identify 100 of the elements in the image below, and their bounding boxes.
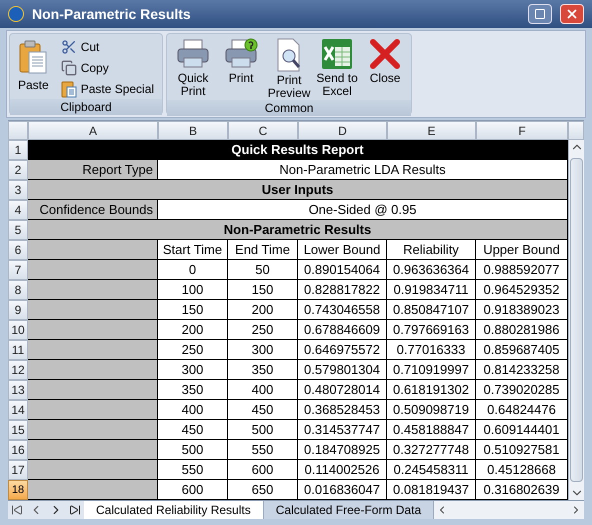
table-cell: 350 [228, 360, 298, 380]
sheet-tab[interactable]: Calculated Free-Form Data [264, 501, 434, 519]
table-cell: 400 [158, 400, 228, 420]
scissors-icon [60, 38, 77, 54]
column-header[interactable]: A [28, 121, 158, 140]
row-header[interactable]: 15 [8, 420, 28, 440]
row-header[interactable]: 10 [8, 320, 28, 340]
ribbon-button[interactable]: Paste Special [56, 78, 158, 99]
ribbon-button[interactable]: Print Preview [267, 36, 312, 100]
table-cell: 0.316802639 [476, 480, 568, 500]
ribbon-button[interactable]: Send to Excel [315, 36, 360, 98]
table-cell: 250 [158, 340, 228, 360]
row-header[interactable]: 9 [8, 300, 28, 320]
maximize-button[interactable] [528, 4, 552, 24]
row-header[interactable]: 18 [8, 480, 28, 500]
table-cell: 0 [158, 260, 228, 280]
table-cell: 400 [228, 380, 298, 400]
row-header[interactable]: 13 [8, 380, 28, 400]
table-cell: 300 [158, 360, 228, 380]
table-cell: 600 [228, 460, 298, 480]
value-cell: One-Sided @ 0.95 [158, 200, 568, 220]
row-header[interactable]: 17 [8, 460, 28, 480]
copy-icon [60, 60, 77, 76]
printer-icon [224, 38, 258, 70]
table-cell: Lower Bound [298, 240, 387, 260]
table-cell: 250 [228, 320, 298, 340]
table-cell: 0.964529352 [476, 280, 568, 300]
vertical-scrollbar[interactable] [568, 140, 584, 500]
column-header[interactable]: D [298, 121, 387, 140]
column-header[interactable]: C [228, 121, 298, 140]
table-cell: 300 [228, 340, 298, 360]
table-cell: 0.510927581 [476, 440, 568, 460]
ribbon-button[interactable]: Close [363, 36, 408, 85]
value-cell: Non-Parametric LDA Results [158, 160, 568, 180]
column-header[interactable]: E [387, 121, 476, 140]
last-sheet-icon[interactable] [69, 504, 81, 516]
table-cell: 0.814233258 [476, 360, 568, 380]
column-header[interactable]: F [476, 121, 568, 140]
row-header[interactable]: 11 [8, 340, 28, 360]
row-header[interactable]: 6 [8, 240, 28, 260]
table-cell: 100 [158, 280, 228, 300]
table-cell: 200 [228, 300, 298, 320]
table-cell: 50 [228, 260, 298, 280]
clipboard-icon [60, 80, 77, 98]
table-cell: 0.880281986 [476, 320, 568, 340]
table-cell: 0.828817822 [298, 280, 387, 300]
row-header[interactable]: 3 [8, 180, 28, 200]
table-cell: 0.743046558 [298, 300, 387, 320]
table-cell: 0.081819437 [387, 480, 476, 500]
table-cell: 600 [158, 480, 228, 500]
group-label: Clipboard [10, 99, 162, 115]
table-cell: 0.327277748 [387, 440, 476, 460]
window-title: Non-Parametric Results [32, 4, 192, 24]
table-cell: 0.797669163 [387, 320, 476, 340]
table-cell: 0.45128668 [476, 460, 568, 480]
first-sheet-icon[interactable] [11, 504, 23, 516]
table-cell: 0.919834711 [387, 280, 476, 300]
ribbon-button[interactable]: Paste [14, 36, 53, 94]
table-cell: 0.618191302 [387, 380, 476, 400]
table-cell: 0.016836047 [298, 480, 387, 500]
table-cell: 0.988592077 [476, 260, 568, 280]
table-cell: 500 [228, 420, 298, 440]
table-cell: Start Time [158, 240, 228, 260]
row-header[interactable]: 8 [8, 280, 28, 300]
horizontal-scrollbar[interactable] [434, 501, 584, 519]
table-cell: 0.739020285 [476, 380, 568, 400]
table-cell: 0.184708925 [298, 440, 387, 460]
row-header[interactable]: 4 [8, 200, 28, 220]
table-cell: End Time [228, 240, 298, 260]
ribbon-button[interactable]: Quick Print [171, 36, 216, 98]
ribbon-button[interactable]: Print [219, 36, 264, 85]
table-cell: 0.314537747 [298, 420, 387, 440]
scrollbar-corner [568, 121, 584, 140]
table-cell: 0.579801304 [298, 360, 387, 380]
ribbon-button[interactable]: Copy [56, 57, 158, 78]
clipboard-icon [18, 40, 48, 74]
label-cell: Report Type [28, 160, 158, 180]
sheet-tab[interactable]: Calculated Reliability Results [84, 501, 264, 519]
row-header[interactable]: 1 [8, 140, 28, 160]
table-cell: 550 [228, 440, 298, 460]
row-header[interactable]: 12 [8, 360, 28, 380]
table-cell: 650 [228, 480, 298, 500]
report-title-cell: Quick Results Report [28, 140, 568, 160]
table-cell: 0.64824476 [476, 400, 568, 420]
row-header[interactable]: 14 [8, 400, 28, 420]
row-header[interactable]: 16 [8, 440, 28, 460]
table-cell: 0.609144401 [476, 420, 568, 440]
row-header[interactable]: 2 [8, 160, 28, 180]
row-header[interactable]: 5 [8, 220, 28, 240]
table-cell: 0.245458311 [387, 460, 476, 480]
table-cell: 500 [158, 440, 228, 460]
close-button[interactable] [560, 4, 584, 24]
table-cell: 0.646975572 [298, 340, 387, 360]
ribbon-button[interactable]: Cut [56, 36, 158, 57]
table-cell: 0.963636364 [387, 260, 476, 280]
row-header[interactable]: 7 [8, 260, 28, 280]
table-cell: 0.859687405 [476, 340, 568, 360]
column-header[interactable]: B [158, 121, 228, 140]
table-cell: Upper Bound [476, 240, 568, 260]
table-cell: 150 [228, 280, 298, 300]
